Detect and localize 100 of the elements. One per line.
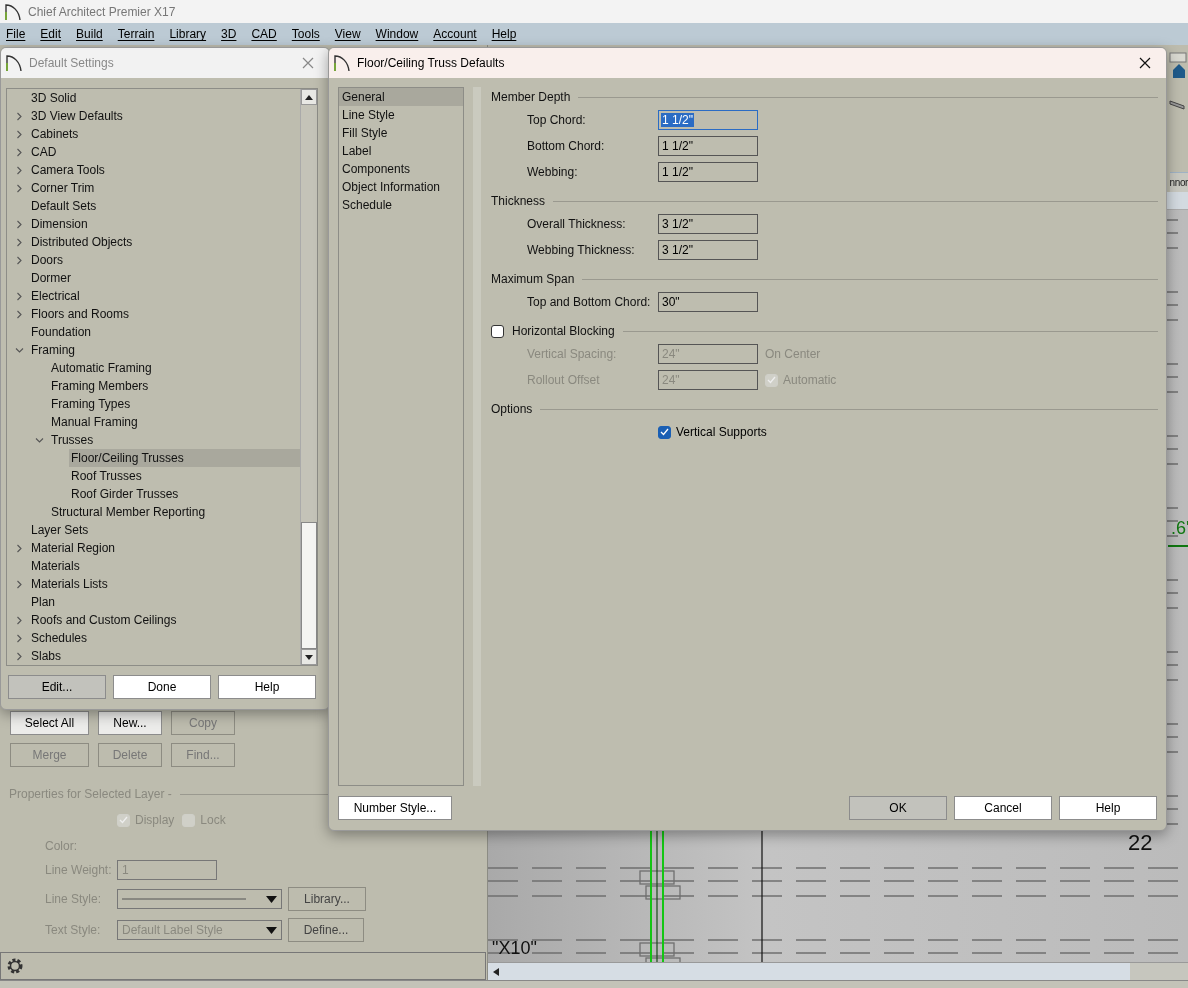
layer-button[interactable]: New...	[98, 711, 162, 735]
tree-item[interactable]: Roofs and Custom Ceilings	[29, 611, 181, 629]
input-field[interactable]: 1 1/2"	[658, 162, 758, 182]
toolbar-icon[interactable]	[1169, 52, 1187, 80]
menu-item[interactable]: Edit	[40, 27, 62, 41]
chevron-icon[interactable]	[15, 310, 24, 319]
menu-item[interactable]: Window	[375, 27, 419, 41]
chevron-icon[interactable]	[15, 166, 24, 175]
tree-item[interactable]: Floors and Rooms	[29, 305, 134, 323]
nav-item[interactable]: Components	[339, 160, 463, 178]
dialog-button[interactable]: OK	[849, 796, 947, 820]
tree-item[interactable]: Doors	[29, 251, 67, 269]
tree-item[interactable]: 3D View Defaults	[29, 107, 127, 125]
layer-button[interactable]: Select All	[10, 711, 89, 735]
tree-item[interactable]: Default Sets	[29, 197, 101, 215]
tree-item[interactable]: Foundation	[29, 323, 96, 341]
scroll-thumb[interactable]	[1130, 963, 1188, 980]
tree-item[interactable]: Corner Trim	[29, 179, 99, 197]
menu-item[interactable]: Account	[433, 27, 477, 41]
tree-item[interactable]: Cabinets	[29, 125, 83, 143]
dialog-button[interactable]: Help	[1059, 796, 1157, 820]
menu-item[interactable]: Terrain	[117, 27, 155, 41]
tree-item[interactable]: Framing	[29, 341, 79, 359]
chevron-icon[interactable]	[15, 544, 24, 553]
menu-item[interactable]: Build	[76, 27, 103, 41]
checkbox[interactable]	[658, 425, 671, 439]
line-style-dropdown[interactable]	[117, 889, 282, 909]
input-field[interactable]: 3 1/2"	[658, 214, 758, 234]
tree-item[interactable]: Dimension	[29, 215, 92, 233]
chevron-icon[interactable]	[15, 148, 24, 157]
chevron-icon[interactable]	[15, 292, 24, 301]
menu-item[interactable]: File	[6, 27, 26, 41]
tree-item[interactable]: Framing Types	[49, 395, 135, 413]
input-field[interactable]: 30"	[658, 292, 758, 312]
input-field[interactable]: 1 1/2"	[658, 110, 758, 130]
tab[interactable]: nnor	[1169, 172, 1188, 192]
dialog-button[interactable]: Edit...	[8, 675, 106, 699]
horizontal-scrollbar[interactable]	[488, 962, 1188, 980]
tree-item[interactable]: Schedules	[29, 629, 92, 647]
chevron-icon[interactable]	[15, 112, 24, 121]
beam-icon[interactable]	[1169, 97, 1187, 111]
nav-item[interactable]: Fill Style	[339, 124, 463, 142]
scroll-down-icon[interactable]	[305, 654, 313, 660]
tree-item[interactable]: Trusses	[49, 431, 98, 449]
menu-item[interactable]: View	[334, 27, 361, 41]
tree-item[interactable]: Roof Trusses	[69, 467, 146, 485]
menu-item[interactable]: Tools	[291, 27, 320, 41]
nav-item[interactable]: Schedule	[339, 196, 463, 214]
nav-item[interactable]: General	[339, 88, 463, 106]
chevron-icon[interactable]	[15, 220, 24, 229]
vertical-scrollbar[interactable]	[300, 89, 317, 665]
tree-item[interactable]: Materials	[29, 557, 84, 575]
tree-item[interactable]: Roof Girder Trusses	[69, 485, 183, 503]
menu-item[interactable]: Library	[169, 27, 207, 41]
chevron-icon[interactable]	[15, 238, 24, 247]
scroll-up-icon[interactable]	[305, 94, 313, 100]
nav-item[interactable]: Label	[339, 142, 463, 160]
chevron-icon[interactable]	[15, 184, 24, 193]
tree-item[interactable]: Layer Sets	[29, 521, 93, 539]
tree-item[interactable]: Dormer	[29, 269, 75, 287]
chevron-icon[interactable]	[15, 130, 24, 139]
dialog-button[interactable]: Help	[218, 675, 316, 699]
number-style-button[interactable]: Number Style...	[338, 796, 452, 820]
menu-item[interactable]: CAD	[251, 27, 277, 41]
tree-item[interactable]: Structural Member Reporting	[49, 503, 210, 521]
input-field[interactable]: 1 1/2"	[658, 136, 758, 156]
chevron-icon[interactable]	[15, 256, 24, 265]
tree-item[interactable]: 3D Solid	[29, 89, 81, 107]
tree-item[interactable]: Electrical	[29, 287, 84, 305]
field-label: Top Chord:	[527, 113, 587, 127]
tree-item[interactable]: Slabs	[29, 647, 66, 665]
nav-item[interactable]: Line Style	[339, 106, 463, 124]
tree-item[interactable]: Materials Lists	[29, 575, 112, 593]
tree-item[interactable]: CAD	[29, 143, 61, 161]
chevron-icon[interactable]	[35, 436, 44, 445]
scroll-thumb[interactable]	[301, 522, 317, 649]
section-title: Maximum Span	[491, 272, 575, 286]
tree-item[interactable]: Framing Members	[49, 377, 153, 395]
tree-item[interactable]: Camera Tools	[29, 161, 109, 179]
tree-item[interactable]: Manual Framing	[49, 413, 142, 431]
app-logo-icon	[333, 54, 351, 72]
chevron-icon[interactable]	[15, 634, 24, 643]
input-field[interactable]: 3 1/2"	[658, 240, 758, 260]
scroll-left-icon[interactable]	[493, 967, 499, 976]
menu-item[interactable]: 3D	[221, 27, 237, 41]
checkbox[interactable]	[491, 324, 504, 338]
menu-item[interactable]: Help	[491, 27, 517, 41]
tree-item[interactable]: Floor/Ceiling Trusses	[69, 449, 300, 467]
tree-item[interactable]: Plan	[29, 593, 60, 611]
chevron-icon[interactable]	[15, 580, 24, 589]
chevron-icon[interactable]	[15, 652, 24, 661]
settings-icon[interactable]	[5, 956, 25, 976]
tree-item[interactable]: Distributed Objects	[29, 233, 137, 251]
chevron-icon[interactable]	[15, 616, 24, 625]
dialog-button[interactable]: Done	[113, 675, 211, 699]
nav-item[interactable]: Object Information	[339, 178, 463, 196]
chevron-icon[interactable]	[15, 346, 24, 355]
tree-item[interactable]: Automatic Framing	[49, 359, 156, 377]
tree-item[interactable]: Material Region	[29, 539, 120, 557]
dialog-button[interactable]: Cancel	[954, 796, 1052, 820]
